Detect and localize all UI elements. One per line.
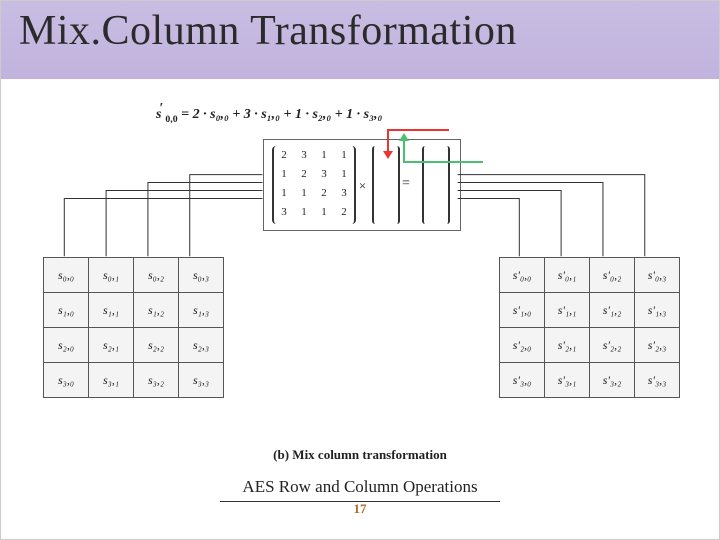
times-symbol: × xyxy=(358,178,367,194)
table-row: s'₀,₀s'₀,₁s'₀,₂s'₀,₃ xyxy=(500,258,680,293)
mixcolumn-equation: s′0,0 = 2 · s₀,₀ + 3 · s₁,₀ + 1 · s₂,₀ +… xyxy=(156,107,382,125)
figure-sub-caption: (b) Mix column transformation xyxy=(1,447,719,463)
output-column-vector xyxy=(422,146,450,224)
mix-matrix-box: 2311 1231 1123 3112 × = xyxy=(263,139,461,231)
table-row: s₀,₀s₀,₁s₀,₂s₀,₃ xyxy=(44,258,224,293)
page-number: 17 xyxy=(1,501,719,517)
table-row: s'₁,₀s'₁,₁s'₁,₂s'₁,₃ xyxy=(500,293,680,328)
diagram-canvas: s′0,0 = 2 · s₀,₀ + 3 · s₁,₀ + 1 · s₂,₀ +… xyxy=(1,79,719,539)
state-output-grid: s'₀,₀s'₀,₁s'₀,₂s'₀,₃ s'₁,₀s'₁,₁s'₁,₂s'₁,… xyxy=(499,257,680,398)
table-row: s'₃,₀s'₃,₁s'₃,₂s'₃,₃ xyxy=(500,363,680,398)
slide: Mix.Column Transformation s′0,0 = 2 · s₀… xyxy=(0,0,720,540)
table-row: s₂,₀s₂,₁s₂,₂s₂,₃ xyxy=(44,328,224,363)
equals-symbol: = xyxy=(402,176,410,192)
figure-caption: AES Row and Column Operations xyxy=(1,477,719,502)
eq-rhs: = 2 · s₀,₀ + 3 · s₁,₀ + 1 · s₂,₀ + 1 · s… xyxy=(181,107,382,122)
mix-matrix: 2311 1231 1123 3112 xyxy=(272,146,356,224)
table-row: s'₂,₀s'₂,₁s'₂,₂s'₂,₃ xyxy=(500,328,680,363)
eq-lhs: s′0,0 xyxy=(156,107,178,122)
table-row: s₁,₀s₁,₁s₁,₂s₁,₃ xyxy=(44,293,224,328)
state-input-grid: s₀,₀s₀,₁s₀,₂s₀,₃ s₁,₀s₁,₁s₁,₂s₁,₃ s₂,₀s₂… xyxy=(43,257,224,398)
table-row: s₃,₀s₃,₁s₃,₂s₃,₃ xyxy=(44,363,224,398)
slide-title: Mix.Column Transformation xyxy=(19,7,517,55)
